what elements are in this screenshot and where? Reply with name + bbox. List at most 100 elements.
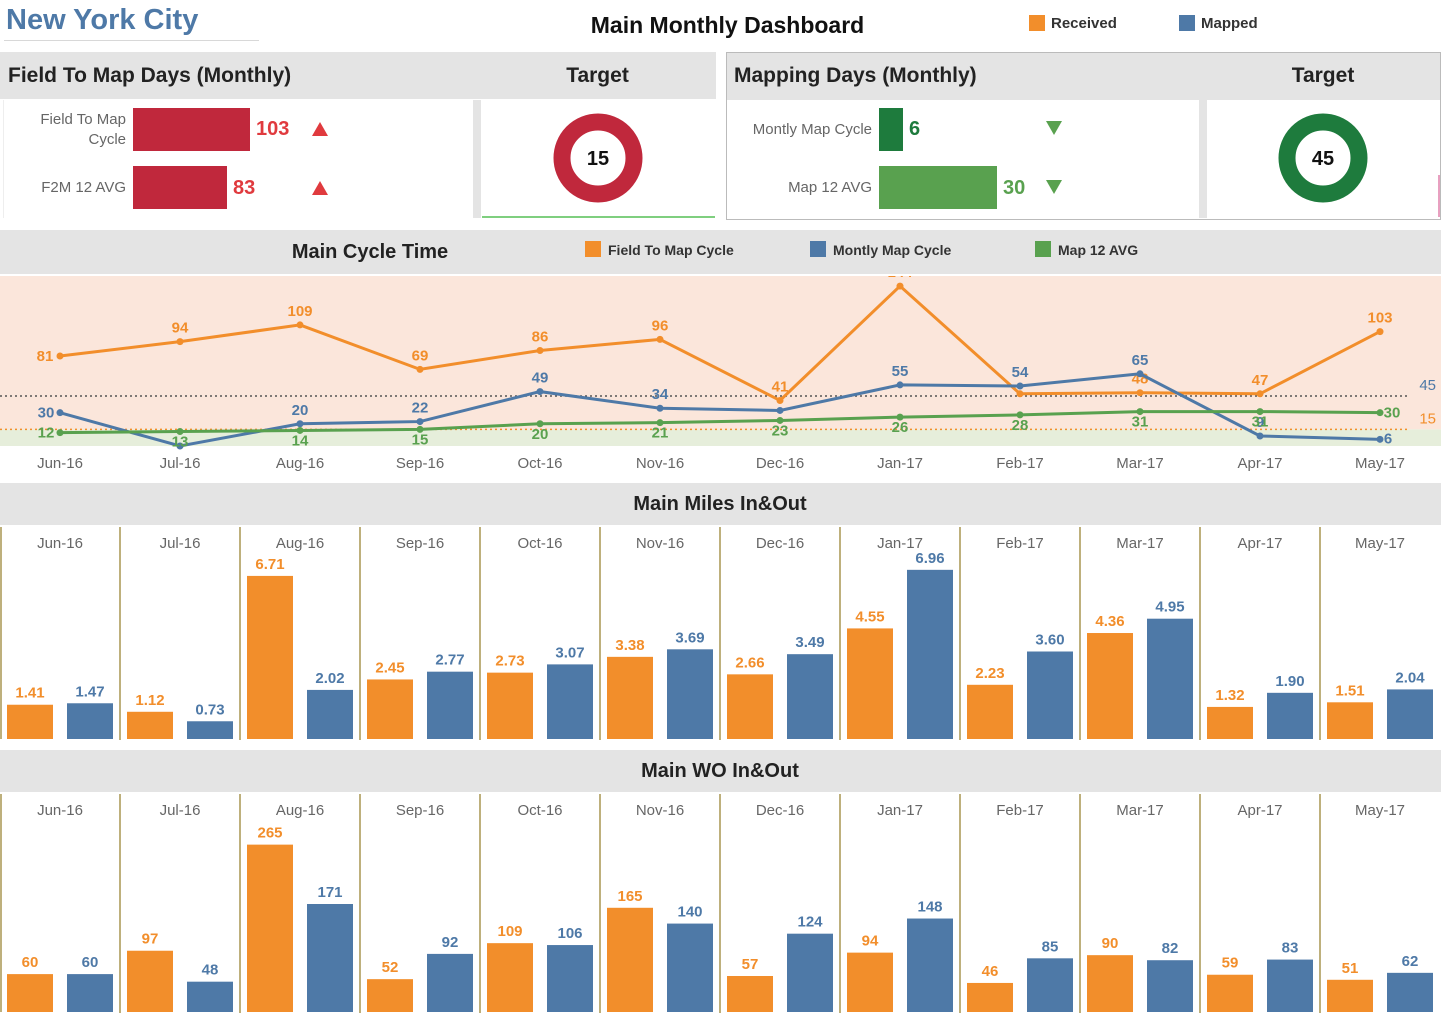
cycle-time-chart: 45 15 Jun-16 Jul-16 Aug-16 Sep-16 Oct-16 Nov-16…: [0, 276, 1441, 472]
bar: [967, 982, 1013, 1012]
column-header-label: Dec-16: [756, 802, 804, 819]
mapping-panel-title: Mapping Days (Monthly): [734, 64, 977, 87]
bar: [1087, 955, 1133, 1012]
bar-value-label: 6.96: [915, 550, 944, 567]
band-above-target: [0, 276, 1441, 430]
bar: [1027, 651, 1073, 739]
bar-value-label: 2.02: [315, 670, 344, 687]
bar: [7, 704, 53, 739]
column-header-label: Nov-16: [636, 802, 684, 819]
bar-value-label: 4.55: [855, 608, 884, 625]
bar-value-label: 1.32: [1215, 687, 1244, 704]
data-label: 55: [892, 363, 909, 380]
bar-value-label: 1.90: [1275, 673, 1304, 690]
bar-value-label: 3.38: [615, 637, 644, 654]
field-panel-title: Field To Map Days (Monthly): [8, 64, 292, 87]
column-header-label: Nov-16: [636, 535, 684, 552]
bar-value-label: 3.69: [675, 629, 704, 646]
column-header-label: Feb-17: [996, 535, 1044, 552]
bar-value-label: 2.45: [375, 659, 404, 676]
data-point: [536, 388, 544, 396]
bar: [1267, 959, 1313, 1012]
data-label: 30: [38, 405, 55, 422]
bar-value-label: 97: [142, 931, 159, 948]
bar: [67, 703, 113, 739]
legend-label-montly-map-cycle[interactable]: Montly Map Cycle: [833, 242, 951, 258]
legend-label-received[interactable]: Received: [1051, 15, 1117, 32]
data-point: [1376, 328, 1384, 336]
bar: [247, 575, 293, 739]
kpi-label-map-12-avg: Map 12 AVG: [788, 179, 872, 196]
x-tick-label: Aug-16: [276, 455, 324, 472]
bar-value-label: 52: [382, 959, 399, 976]
kpi-label-field-to-map-cycle: Field To Map Cycle: [40, 111, 126, 148]
bar: [547, 945, 593, 1012]
bar-value-label: 4.95: [1155, 599, 1184, 616]
legend-swatch-field-to-map-cycle: [585, 241, 601, 257]
legend-swatch-received: [1029, 15, 1045, 31]
bar: [187, 981, 233, 1012]
data-label: 34: [652, 386, 669, 403]
legend-label-mapped[interactable]: Mapped: [1201, 15, 1258, 32]
legend-swatch-montly-map-cycle: [810, 241, 826, 257]
bar-value-label: 94: [862, 933, 879, 950]
data-label: 96: [652, 317, 669, 334]
x-tick-label: Jan-17: [877, 455, 923, 472]
bar: [727, 674, 773, 739]
bar: [847, 628, 893, 739]
data-point: [896, 282, 904, 290]
data-point: [56, 409, 64, 417]
legend-label-map-12-avg[interactable]: Map 12 AVG: [1058, 242, 1138, 258]
data-label: 12: [38, 425, 55, 442]
x-tick-label: Feb-17: [996, 455, 1044, 472]
bar: [67, 974, 113, 1012]
field-target-underline: [482, 216, 715, 218]
bar-value-label: 124: [797, 914, 823, 931]
bar-value-label: 57: [742, 956, 759, 973]
bar: [907, 569, 953, 739]
trend-up-icon: [312, 181, 328, 195]
bar-value-label: 2.04: [1395, 669, 1425, 686]
data-label: 28: [1012, 417, 1029, 434]
legend-swatch-mapped: [1179, 15, 1195, 31]
kpi-value-field-to-map-cycle: 103: [256, 118, 290, 140]
bar: [1327, 702, 1373, 739]
column-header-label: Aug-16: [276, 535, 324, 552]
data-point: [296, 420, 304, 428]
bar: [1267, 692, 1313, 739]
mapping-target-donut: 45: [1278, 113, 1368, 203]
data-label: 14: [292, 432, 309, 449]
miles-section-title: Main Miles In&Out: [633, 493, 807, 515]
bar: [427, 671, 473, 739]
data-point: [416, 365, 424, 373]
bar-value-label: 106: [557, 925, 582, 942]
bar-value-label: 60: [22, 954, 39, 971]
data-point: [1256, 390, 1264, 398]
bar: [727, 976, 773, 1012]
bar-value-label: 59: [1222, 955, 1239, 972]
data-label: 86: [532, 328, 549, 345]
trend-down-icon: [1046, 121, 1062, 135]
column-header-label: May-17: [1355, 535, 1405, 552]
column-header-label: Jul-16: [160, 802, 201, 819]
data-point: [1376, 435, 1384, 443]
reference-label: 45: [1419, 377, 1436, 394]
bar-value-label: 83: [1282, 940, 1299, 957]
bar: [127, 950, 173, 1012]
data-point: [1016, 390, 1024, 398]
title-divider: [4, 40, 259, 41]
bar: [1327, 979, 1373, 1012]
legend-label-field-to-map-cycle[interactable]: Field To Map Cycle: [608, 242, 734, 258]
bar: [187, 721, 233, 739]
bar-value-label: 1.41: [15, 685, 44, 702]
column-header-label: Jun-16: [37, 535, 83, 552]
data-label: 30: [1384, 405, 1401, 422]
x-tick-label: Apr-17: [1237, 455, 1282, 472]
data-label: 20: [292, 402, 309, 419]
bar: [7, 974, 53, 1012]
field-panel-gutter: [473, 100, 481, 218]
data-label: 109: [287, 303, 312, 320]
column-header-label: Jan-17: [877, 802, 923, 819]
data-label: 103: [1367, 310, 1392, 327]
data-point: [416, 418, 424, 426]
